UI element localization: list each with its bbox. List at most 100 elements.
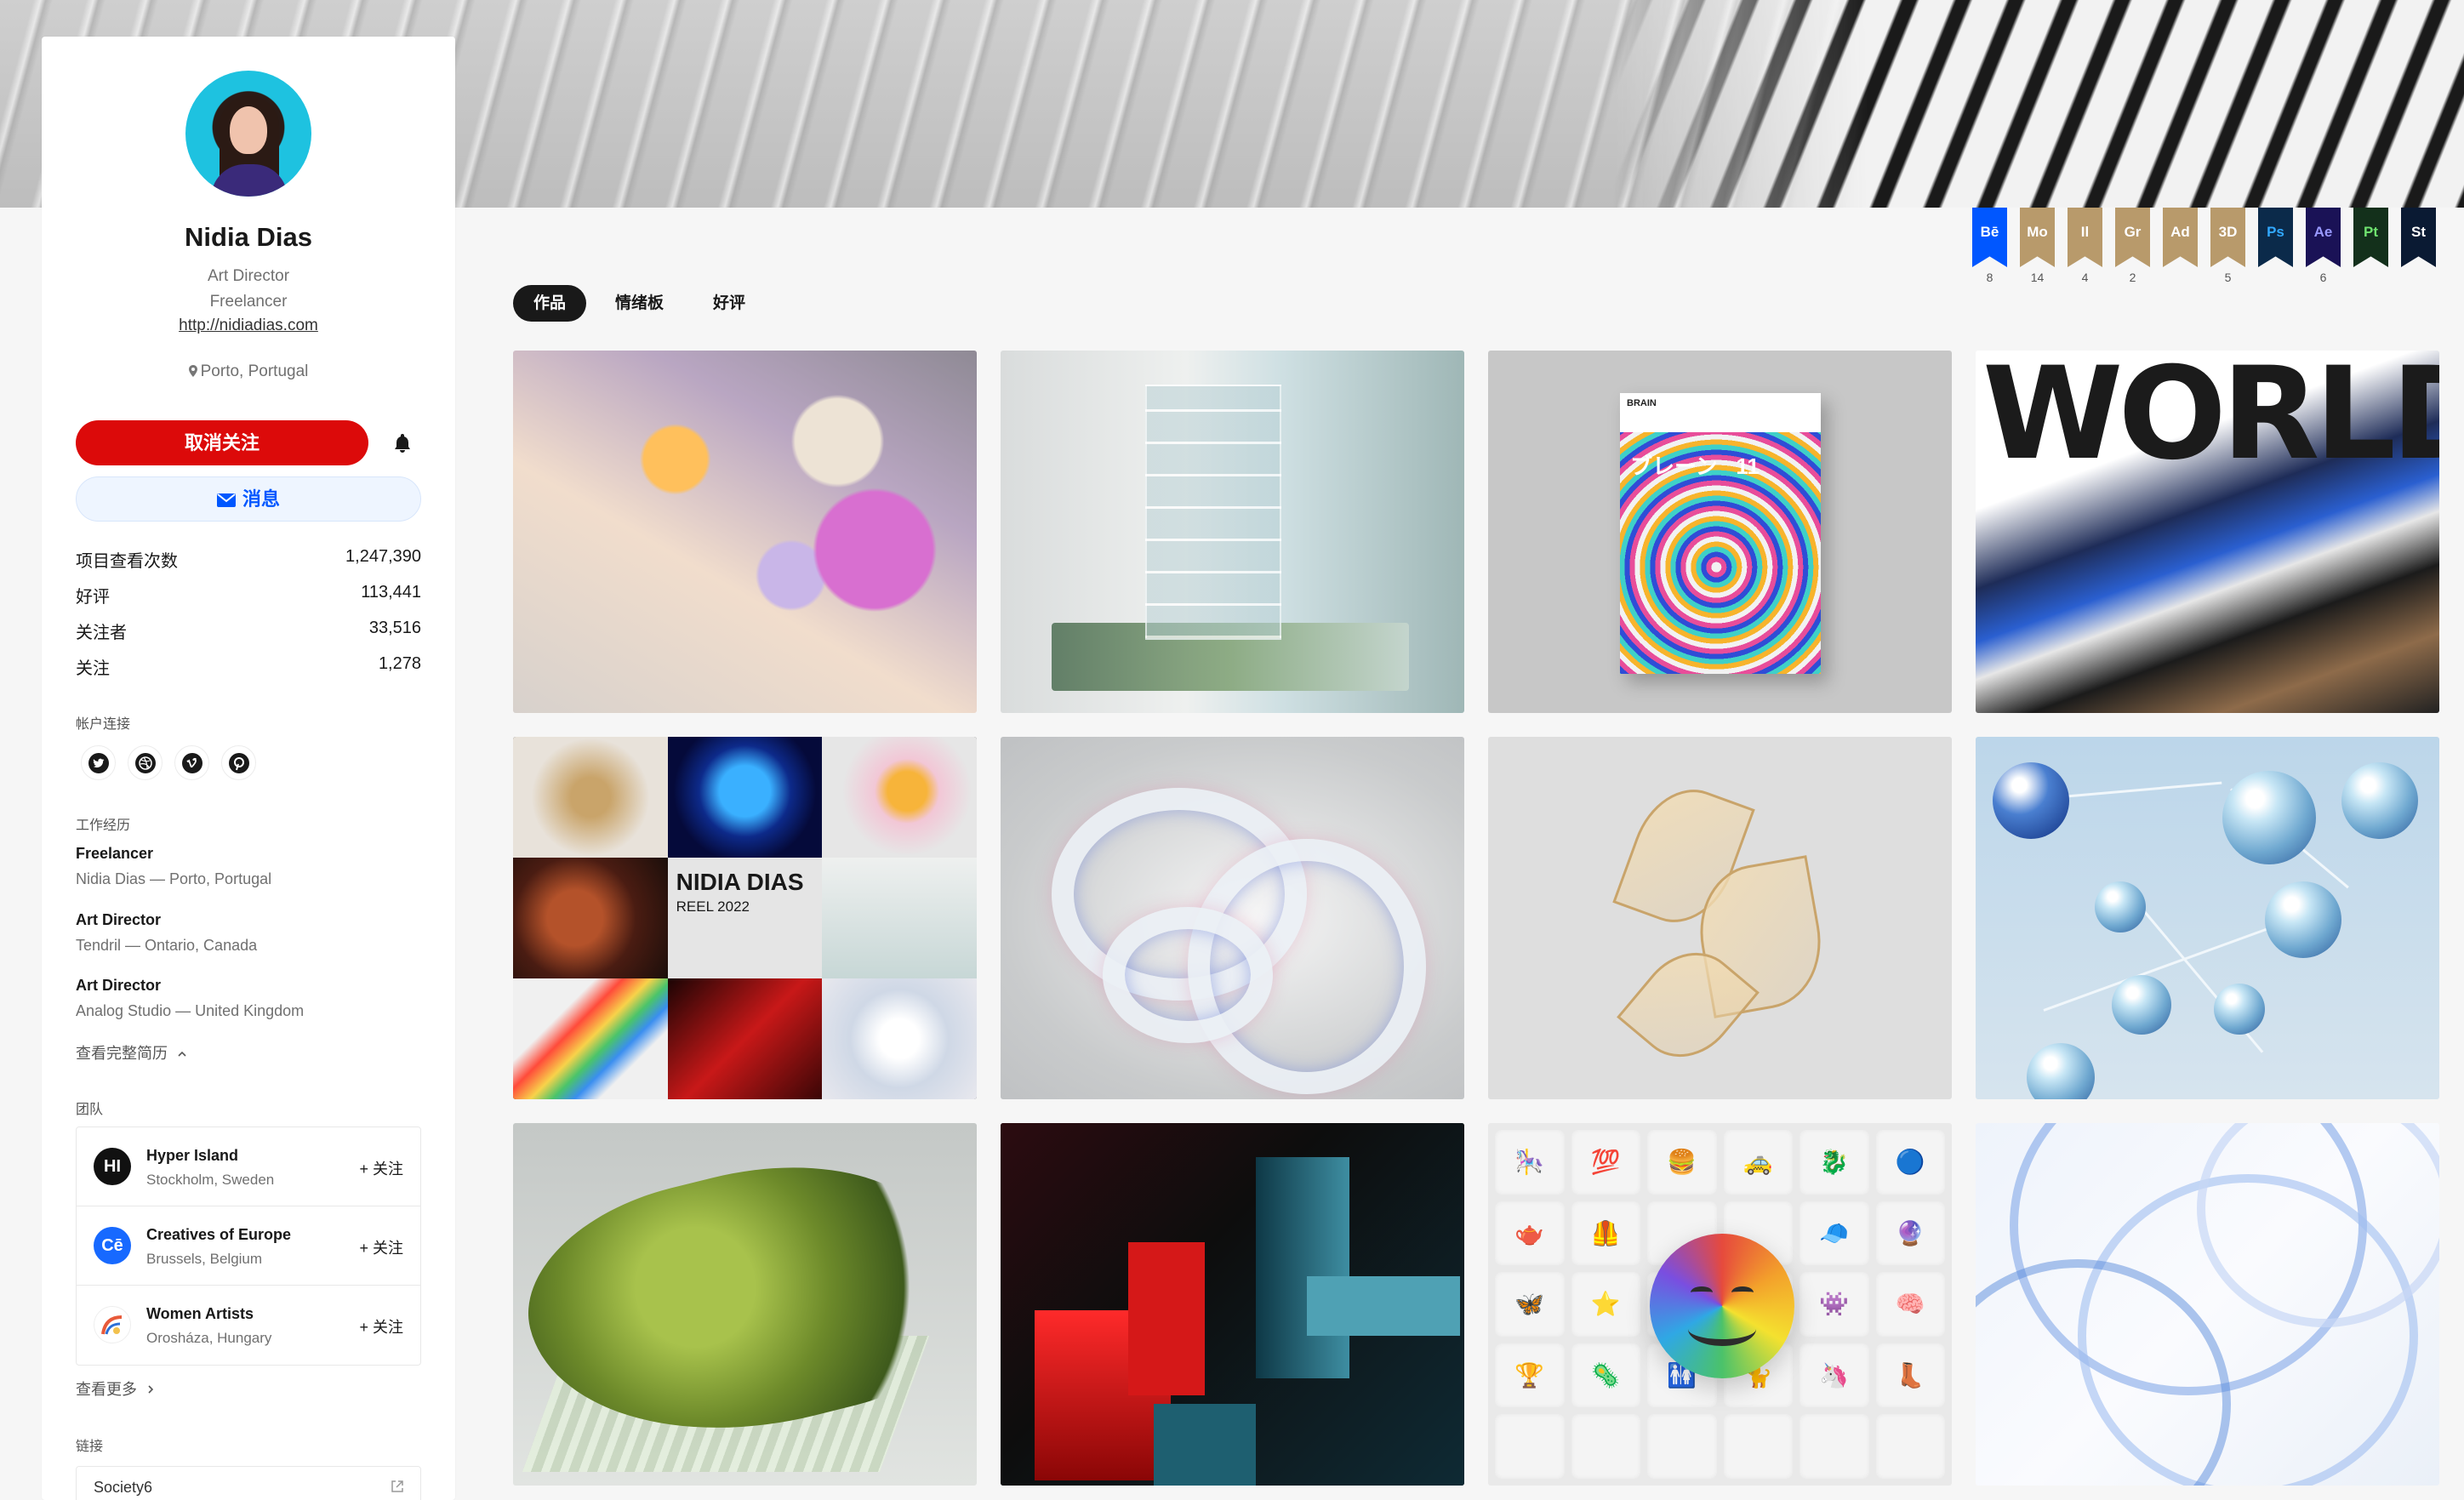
profile-stats: 项目查看次数 1,247,390 好评 113,441 关注者 33,516 关注 1,… [76, 547, 421, 690]
project-card[interactable] [1976, 1123, 2439, 1486]
project-card[interactable] [513, 351, 977, 713]
external-link-item[interactable]: Society6 [76, 1466, 421, 1500]
profile-tabs: 作品 情绪板 好评 [513, 285, 766, 322]
reel-subtitle: REEL 2022 [676, 898, 750, 915]
project-card[interactable]: WORLDS [1976, 351, 2439, 713]
message-button[interactable]: 消息 [76, 476, 421, 522]
badge[interactable]: Ae 6 [2306, 208, 2341, 284]
social-dribbble[interactable] [128, 745, 163, 780]
badge[interactable]: St [2401, 208, 2436, 284]
dribbble-icon [134, 752, 156, 773]
badge-flag: Il [2068, 208, 2102, 267]
project-grid: BRAIN ブレーン 11 WORLDS NIDIA DIAS REEL 202… [513, 351, 2439, 1486]
vimeo-icon [181, 752, 202, 773]
work-detail: Tendril — Ontario, Canada [76, 937, 258, 954]
team-item[interactable]: Women Artists Orosháza, Hungary + 关注 [77, 1286, 420, 1365]
project-card[interactable]: NIDIA DIAS REEL 2022 [513, 737, 977, 1099]
project-card-text: WORLDS [1982, 351, 2439, 488]
chevron-up-icon [178, 1051, 186, 1057]
badge-flag: St [2401, 208, 2436, 267]
badge[interactable]: Ad [2163, 208, 2198, 284]
stat-value: 113,441 [361, 583, 421, 602]
badge[interactable]: Ps [2258, 208, 2293, 284]
stat-label: 项目查看次数 [76, 552, 178, 571]
team-name: Creatives of Europe [146, 1226, 292, 1243]
stat-label: 关注者 [76, 624, 127, 642]
team-item[interactable]: Cē Creatives of Europe Brussels, Belgium… [77, 1206, 420, 1286]
profile-role: Art Director [207, 267, 290, 285]
reel-title-card: NIDIA DIAS REEL 2022 [667, 858, 823, 978]
team-follow-button[interactable]: + 关注 [359, 1236, 403, 1258]
profile-status: Freelancer [209, 293, 288, 311]
bell-icon [395, 434, 410, 453]
badge[interactable]: Bē 8 [1972, 208, 2007, 284]
profile-name: Nidia Dias [185, 222, 312, 252]
team-follow-button[interactable]: + 关注 [359, 1315, 403, 1337]
badge-flag: Bē [1972, 208, 2007, 267]
badge-count: 5 [2224, 271, 2232, 284]
stat-row[interactable]: 关注 1,278 [76, 654, 421, 690]
reel-name: NIDIA DIAS [676, 869, 804, 895]
team-item[interactable]: HI Hyper Island Stockholm, Sweden + 关注 [77, 1127, 420, 1206]
work-detail: Nidia Dias — Porto, Portugal [76, 870, 272, 887]
badge[interactable]: Mo 14 [2020, 208, 2055, 284]
work-detail: Analog Studio — United Kingdom [76, 1002, 305, 1019]
badge[interactable]: 3D 5 [2210, 208, 2245, 284]
badge-count: 14 [2030, 271, 2045, 284]
badge-count: 2 [2129, 271, 2136, 284]
badge[interactable]: Il 4 [2068, 208, 2102, 284]
social-links [81, 745, 256, 780]
badge-flag: Mo [2020, 208, 2055, 267]
work-heading: 工作经历 [76, 818, 131, 833]
envelope-icon [216, 493, 236, 507]
team-follow-button[interactable]: + 关注 [359, 1157, 403, 1179]
team-logo: Cē [94, 1227, 131, 1264]
avatar [185, 71, 311, 197]
tab-moodboards[interactable]: 情绪板 [595, 285, 684, 322]
project-card[interactable] [1001, 1123, 1464, 1486]
stat-value: 1,247,390 [345, 547, 421, 566]
project-card[interactable] [1001, 351, 1464, 713]
tab-appreciations[interactable]: 好评 [693, 285, 766, 322]
work-item: Freelancer Nidia Dias — Porto, Portugal [76, 845, 433, 888]
view-full-resume-link[interactable]: 查看完整简历 [76, 1041, 187, 1064]
team-logo: HI [94, 1148, 131, 1185]
stat-value: 33,516 [368, 619, 421, 637]
project-card[interactable]: 🎠 💯 🍔 🚕 🐉 🔵 🫖 🦺 🧢 🔮 🦋 ⭐ 👾 🧠 🏆 🦠 🚻 🐈 🦄 👢 [1488, 1123, 1952, 1486]
external-link-label: Society6 [94, 1479, 153, 1496]
badge[interactable]: Gr 2 [2115, 208, 2150, 284]
tab-works[interactable]: 作品 [513, 285, 587, 322]
project-card[interactable] [1976, 737, 2439, 1099]
team-name: Women Artists [146, 1305, 254, 1322]
accounts-heading: 帐户连接 [76, 717, 131, 732]
badge-flag: 3D [2210, 208, 2245, 267]
message-label: 消息 [242, 488, 280, 510]
profile-website-link[interactable]: http://nidiadias.com [42, 317, 455, 335]
notification-bell-button[interactable] [383, 424, 422, 463]
stat-row[interactable]: 好评 113,441 [76, 583, 421, 619]
unfollow-button[interactable]: 取消关注 [76, 420, 368, 465]
work-item: Art Director Analog Studio — United King… [76, 977, 433, 1020]
badge-flag: Ae [2306, 208, 2341, 267]
team-name: Hyper Island [146, 1147, 239, 1164]
view-more-teams-link[interactable]: 查看更多 [76, 1377, 155, 1400]
location-pin-icon [188, 365, 197, 377]
project-card[interactable]: BRAIN ブレーン 11 [1488, 351, 1952, 713]
profile-sidebar: Nidia Dias Art Director Freelancer http:… [42, 37, 455, 1500]
project-card[interactable] [1001, 737, 1464, 1099]
twitter-icon [88, 752, 109, 773]
badge-flag: Pt [2353, 208, 2388, 267]
social-twitter[interactable] [81, 745, 116, 780]
stat-row[interactable]: 关注者 33,516 [76, 619, 421, 654]
team-location: Brussels, Belgium [146, 1251, 263, 1267]
badge-flag: Ad [2163, 208, 2198, 267]
project-card[interactable] [513, 1123, 977, 1486]
badge-count: 8 [1986, 271, 1993, 284]
project-card[interactable] [1488, 737, 1952, 1099]
social-vimeo[interactable] [174, 745, 209, 780]
view-more-teams-label: 查看更多 [76, 1381, 137, 1398]
smiley-emoji-art [1650, 1234, 1794, 1378]
social-pinterest[interactable] [221, 745, 256, 780]
badge[interactable]: Pt [2353, 208, 2388, 284]
work-title: Art Director [76, 911, 162, 928]
